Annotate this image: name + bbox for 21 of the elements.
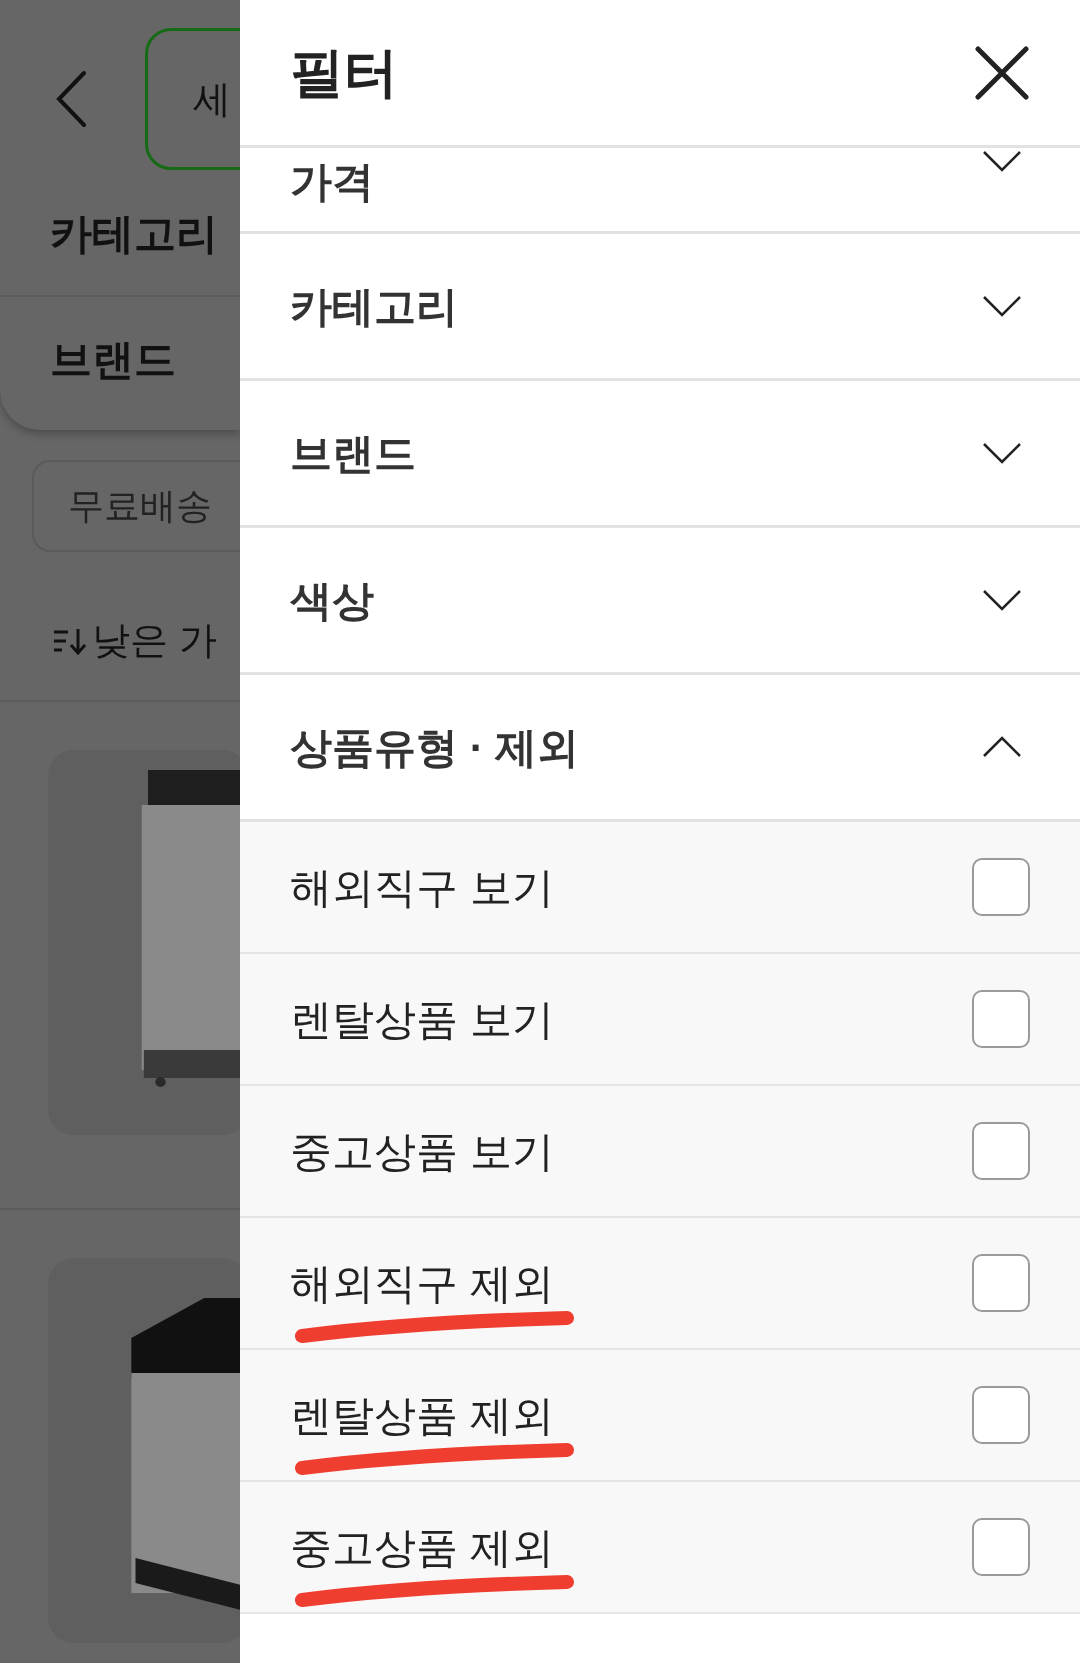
checkbox[interactable]: [972, 1254, 1030, 1312]
checkbox[interactable]: [972, 858, 1030, 916]
option-label: 해외직구 보기: [290, 862, 554, 913]
option-label: 렌탈상품 보기: [290, 994, 554, 1045]
chevron-down-icon: [982, 589, 1022, 611]
chevron-down-icon: [982, 442, 1022, 464]
checkbox[interactable]: [972, 1386, 1030, 1444]
chevron-down-icon: [982, 295, 1022, 317]
option-label: 중고상품 보기: [290, 1126, 554, 1177]
chevron-down-icon: [982, 150, 1022, 172]
option-label: 중고상품 제외: [290, 1522, 554, 1573]
checkbox[interactable]: [972, 990, 1030, 1048]
filter-section-header[interactable]: 가격: [240, 148, 1080, 234]
checkbox[interactable]: [972, 1518, 1030, 1576]
close-icon[interactable]: [974, 44, 1030, 101]
checkbox[interactable]: [972, 1122, 1030, 1180]
option-label: 렌탈상품 제외: [290, 1390, 554, 1441]
chevron-up-icon: [982, 736, 1022, 758]
back-icon: [55, 70, 87, 128]
option-label: 해외직구 제외: [290, 1258, 554, 1309]
filter-title: 필터: [290, 41, 398, 104]
